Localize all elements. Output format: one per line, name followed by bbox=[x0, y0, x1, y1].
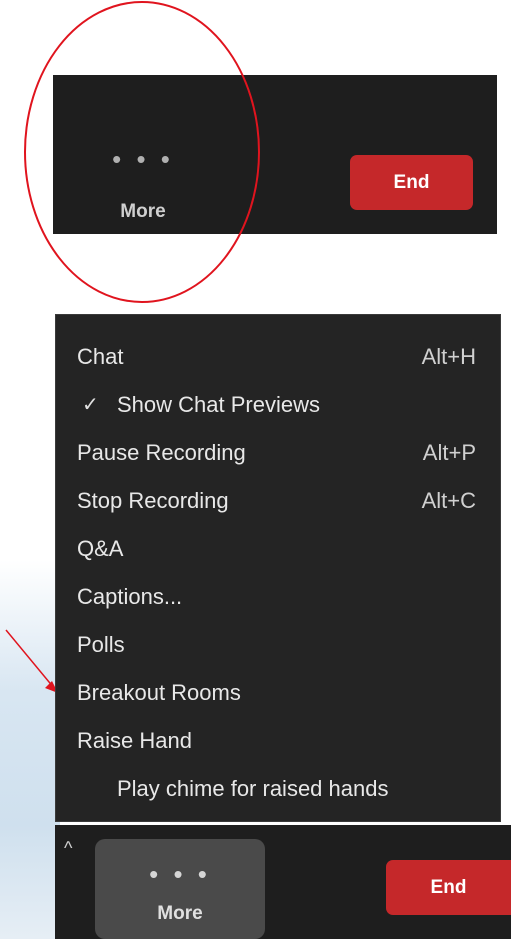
menu-item-label: Captions... bbox=[77, 584, 183, 609]
more-label: More bbox=[157, 903, 203, 924]
more-button-bottom[interactable]: • • • More bbox=[95, 839, 265, 939]
menu-item-chat[interactable]: Chat Alt+H bbox=[56, 334, 500, 380]
menu-item-shortcut: Alt+C bbox=[421, 488, 476, 513]
more-button-top[interactable]: • • • More bbox=[53, 75, 233, 234]
menu-item-captions[interactable]: Captions... bbox=[56, 574, 500, 620]
menu-item-stop-recording[interactable]: Stop Recording Alt+C bbox=[56, 478, 500, 524]
menu-item-label: Show Chat Previews bbox=[117, 392, 320, 417]
menu-item-label: Pause Recording bbox=[77, 440, 246, 465]
menu-item-label: Breakout Rooms bbox=[77, 680, 241, 705]
menu-item-shortcut: Alt+P bbox=[422, 440, 476, 465]
menu-item-label: Polls bbox=[77, 632, 125, 657]
menu-item-qa[interactable]: Q&A bbox=[56, 526, 500, 572]
menu-item-label: Stop Recording bbox=[77, 488, 229, 513]
menu-item-raise-hand[interactable]: Raise Hand bbox=[56, 718, 500, 764]
menu-item-breakout-rooms[interactable]: Breakout Rooms bbox=[56, 670, 500, 716]
more-menu: Chat Alt+H ✓ Show Chat Previews Pause Re… bbox=[55, 314, 501, 822]
menu-item-label: Q&A bbox=[77, 536, 124, 561]
end-button-top[interactable]: End bbox=[350, 155, 473, 210]
menu-item-polls[interactable]: Polls bbox=[56, 622, 500, 668]
menu-item-label: Raise Hand bbox=[77, 728, 192, 753]
menu-item-label: Chat bbox=[77, 344, 124, 369]
more-label: More bbox=[120, 201, 166, 222]
menu-item-show-chat-previews[interactable]: ✓ Show Chat Previews bbox=[56, 382, 500, 428]
menu-item-pause-recording[interactable]: Pause Recording Alt+P bbox=[56, 430, 500, 476]
more-dots-icon: • • • bbox=[112, 144, 174, 174]
background-wash bbox=[0, 560, 60, 939]
menu-item-shortcut: Alt+H bbox=[421, 344, 476, 369]
end-button-bottom[interactable]: End bbox=[386, 860, 511, 915]
caret-up-icon[interactable]: ^ bbox=[64, 838, 72, 859]
more-dots-icon: • • • bbox=[149, 859, 211, 889]
menu-item-label: Play chime for raised hands bbox=[117, 776, 389, 801]
checkmark-icon: ✓ bbox=[82, 394, 99, 416]
menu-item-play-chime[interactable]: Play chime for raised hands bbox=[56, 766, 500, 812]
